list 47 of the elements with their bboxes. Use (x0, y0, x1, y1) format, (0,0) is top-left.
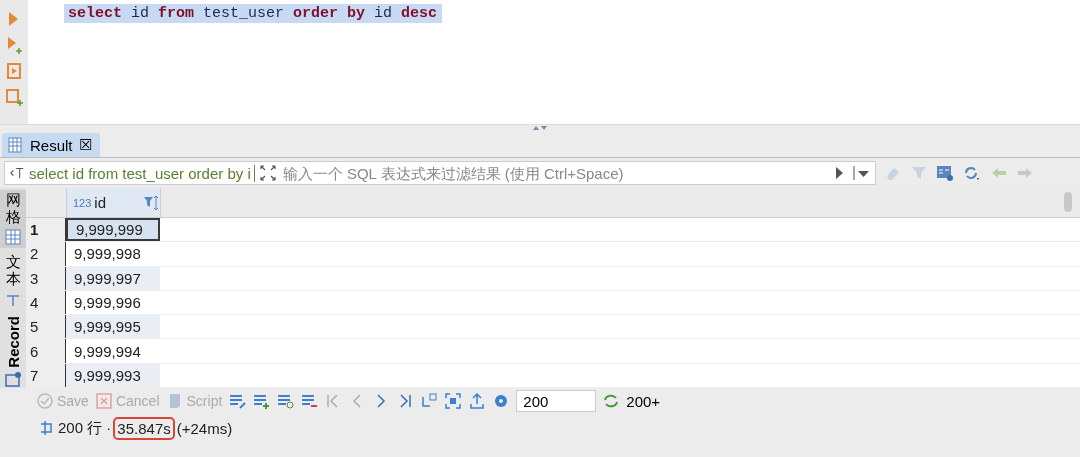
script-run-add-icon[interactable] (5, 88, 23, 106)
row-number: 3 (26, 266, 66, 290)
record-icon[interactable] (4, 370, 22, 389)
close-icon[interactable]: ☒ (78, 136, 92, 154)
grid-icon[interactable] (6, 136, 24, 154)
table-cell[interactable]: 9,999,999 (66, 218, 160, 242)
fetch-time: (+24ms) (176, 419, 233, 437)
fetch-size-field[interactable]: 200 (516, 390, 597, 412)
copy-row-icon[interactable] (276, 392, 295, 410)
result-tab[interactable]: Result ☒ (2, 133, 100, 157)
expand-icon[interactable] (258, 164, 277, 182)
row-number: 2 (26, 242, 66, 266)
table-cell[interactable]: 9,999,998 (66, 242, 160, 266)
table-cell[interactable]: 9,999,995 (66, 315, 160, 339)
filter-field[interactable]: select id from test_user order by i 输入一个 SQL 表达式来过滤结果 (使用 Ctrl+Space) (4, 161, 876, 185)
export-icon[interactable] (468, 392, 487, 410)
grid-icon[interactable] (4, 228, 22, 246)
row-number: 5 (26, 315, 66, 339)
script-run-icon[interactable] (5, 62, 23, 80)
row-count: 200 行 · (58, 418, 112, 438)
view-tab[interactable]: Record (0, 314, 26, 391)
fetch-more-button[interactable]: 200+ (602, 392, 661, 410)
panel-settings-icon[interactable] (936, 164, 954, 182)
sql-statement: select id from test_user order by id desc (64, 4, 442, 23)
focus-icon[interactable] (444, 392, 463, 410)
view-tab[interactable]: 网格 (0, 190, 26, 248)
dropdown-icon[interactable] (853, 164, 871, 182)
table-cell[interactable]: 9,999,996 (66, 290, 160, 315)
row-number: 4 (26, 290, 66, 315)
filter-sort-icon[interactable] (142, 193, 160, 212)
table-cell[interactable]: 9,999,993 (66, 363, 160, 387)
view-tab[interactable]: 文本 (0, 252, 26, 310)
table-cell[interactable]: 9,999,994 (66, 339, 160, 363)
add-row-icon[interactable] (252, 392, 271, 410)
run-add-icon[interactable] (5, 36, 23, 54)
row-number: 7 (26, 363, 66, 387)
row-number: 1 (26, 218, 66, 242)
row-number: 6 (26, 339, 66, 363)
filter-input[interactable]: 输入一个 SQL 表达式来过滤结果 (使用 Ctrl+Space) (280, 163, 827, 183)
sash-arrows-icon[interactable] (532, 124, 548, 132)
scrollbar-thumb[interactable] (1064, 192, 1072, 212)
column-header[interactable]: 123 id (67, 188, 161, 218)
table-cell[interactable]: 9,999,997 (66, 266, 160, 290)
execution-time: 35.847s (115, 418, 173, 438)
refresh-icon[interactable] (962, 164, 982, 182)
edit-row-icon[interactable] (228, 392, 247, 410)
delete-row-icon[interactable] (300, 392, 319, 410)
